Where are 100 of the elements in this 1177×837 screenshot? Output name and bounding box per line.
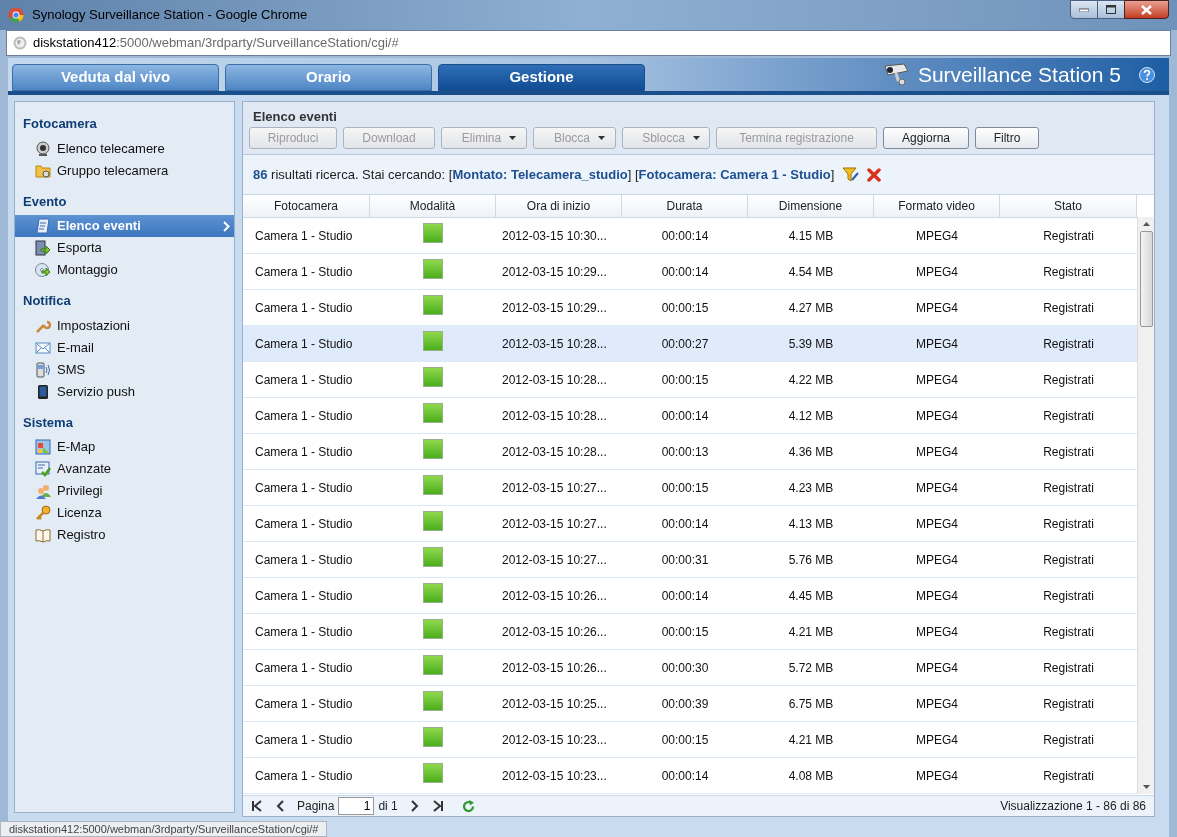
tab[interactable]: Gestione (438, 64, 645, 91)
sidebar-item[interactable]: Servizio push (15, 380, 234, 403)
table-cell-text: MPEG4 (915, 515, 959, 533)
browser-logo-icon (8, 7, 24, 23)
caret-icon (598, 136, 605, 140)
mode-icon (423, 762, 443, 783)
minimize-button[interactable] (1070, 0, 1098, 19)
table-cell-text: MPEG4 (915, 587, 959, 605)
help-icon[interactable] (1139, 66, 1155, 83)
tablet-icon (35, 383, 51, 400)
sidebar-item[interactable]: E-Map (15, 436, 234, 458)
maximize-button[interactable] (1098, 0, 1124, 19)
column-header[interactable]: Formato video (874, 195, 1000, 217)
mode-icon (423, 402, 443, 423)
sidebar-item[interactable]: Registro (15, 524, 234, 546)
column-header[interactable]: Fotocamera (243, 195, 370, 217)
sidebar-item[interactable]: Esporta (15, 237, 234, 259)
table-cell-text: Camera 1 - Studio (254, 587, 354, 605)
export-icon (35, 240, 51, 256)
toolbar-button[interactable]: Filtro (975, 127, 1039, 149)
table-cell-text: 4.21 MB (787, 623, 835, 641)
folder-icon (35, 162, 51, 179)
table-cell-text: 6.75 MB (787, 695, 835, 713)
mode-icon (423, 690, 443, 711)
sidebar-item[interactable]: E-mail (15, 336, 234, 359)
table-cell-text: Registrati (1042, 515, 1095, 533)
table-cell-text: 4.21 MB (787, 731, 835, 749)
column-header[interactable]: Ora di inizio (496, 195, 622, 217)
table-row[interactable]: Camera 1 - Studio 2012-03-15 10:26... 00:00:30 5.72 MB MPEG4 Registrati (243, 650, 1137, 686)
sidebar-item[interactable]: Montaggio (15, 259, 234, 281)
mode-icon (423, 294, 443, 315)
close-button[interactable] (1124, 0, 1169, 19)
previous-page-icon[interactable] (275, 800, 285, 812)
mode-icon (423, 222, 443, 243)
page-input[interactable]: 1 (338, 797, 375, 815)
table-row[interactable]: Camera 1 - Studio 2012-03-15 10:28... 00:00:14 4.12 MB MPEG4 Registrati (243, 398, 1137, 434)
table-cell-text: 00:00:15 (660, 479, 710, 497)
sidebar-item[interactable]: Privilegi (15, 480, 234, 502)
table-cell-text: 4.13 MB (787, 515, 835, 533)
table-row[interactable]: Camera 1 - Studio 2012-03-15 10:23... 00:00:14 4.08 MB MPEG4 Registrati (243, 758, 1137, 794)
table-cell-text: 00:00:31 (660, 551, 710, 569)
sidebar-item[interactable]: Avanzate (15, 458, 234, 480)
column-header[interactable]: Dimensione (748, 195, 874, 217)
table-row[interactable]: Camera 1 - Studio 2012-03-15 10:30... 00:00:14 4.15 MB MPEG4 Registrati (243, 218, 1137, 254)
table-cell-text: 5.72 MB (787, 659, 835, 677)
next-page-icon[interactable] (409, 800, 420, 812)
table-cell-text: 2012-03-15 10:28... (501, 335, 608, 353)
table-row[interactable]: Camera 1 - Studio 2012-03-15 10:28... 00:00:27 5.39 MB MPEG4 Registrati (243, 326, 1137, 362)
table-row[interactable]: Camera 1 - Studio 2012-03-15 10:26... 00:00:15 4.21 MB MPEG4 Registrati (243, 614, 1137, 650)
sidebar-item[interactable]: Elenco eventi (15, 215, 234, 237)
scroll-thumb[interactable] (1139, 231, 1153, 327)
clear-filter-icon[interactable] (867, 167, 882, 182)
sidebar-item[interactable]: SMS (15, 358, 234, 381)
table-cell-text: 00:00:15 (660, 371, 710, 389)
table-cell-text: Registrati (1042, 479, 1095, 497)
table-row[interactable]: Camera 1 - Studio 2012-03-15 10:29... 00:00:14 4.54 MB MPEG4 Registrati (243, 254, 1137, 290)
table-cell-text: 00:00:15 (660, 623, 710, 641)
search-summary: 86 risultati ricerca. Stai cercando: [Montato: Telecamera_studio] [Fotocamera: Camera 1 - Studio] (253, 165, 835, 184)
sidebar-item[interactable]: Impostazioni (15, 314, 234, 337)
last-page-icon[interactable] (431, 800, 444, 812)
table-cell-text: MPEG4 (915, 335, 959, 353)
table-cell-text: 4.36 MB (787, 443, 835, 461)
table-row[interactable]: Camera 1 - Studio 2012-03-15 10:27... 00:00:15 4.23 MB MPEG4 Registrati (243, 470, 1137, 506)
table-cell-text: 2012-03-15 10:29... (501, 299, 608, 317)
toolbar-button[interactable]: Aggiorna (883, 127, 969, 149)
table-row[interactable]: Camera 1 - Studio 2012-03-15 10:26... 00:00:14 4.45 MB MPEG4 Registrati (243, 578, 1137, 614)
mode-icon (423, 582, 443, 603)
table-cell-text: 2012-03-15 10:28... (501, 371, 608, 389)
refresh-icon[interactable] (461, 799, 475, 813)
caret-icon (509, 136, 517, 140)
table-row[interactable]: Camera 1 - Studio 2012-03-15 10:27... 00:00:14 4.13 MB MPEG4 Registrati (243, 506, 1137, 542)
table-cell-text: Registrati (1042, 587, 1095, 605)
table-row[interactable]: Camera 1 - Studio 2012-03-15 10:25... 00:00:39 6.75 MB MPEG4 Registrati (243, 686, 1137, 722)
column-header[interactable]: Durata (622, 195, 748, 217)
sidebar-item[interactable]: Elenco telecamere (15, 137, 234, 160)
map-icon (35, 439, 51, 455)
filter-icon[interactable] (842, 166, 860, 183)
list-icon (35, 218, 51, 234)
table-cell-text: 2012-03-15 10:27... (501, 551, 608, 569)
table-row[interactable]: Camera 1 - Studio 2012-03-15 10:28... 00:00:15 4.22 MB MPEG4 Registrati (243, 362, 1137, 398)
scrollbar[interactable] (1137, 217, 1154, 794)
table-row[interactable]: Camera 1 - Studio 2012-03-15 10:27... 00:00:31 5.76 MB MPEG4 Registrati (243, 542, 1137, 578)
column-header[interactable]: Modalità (370, 195, 496, 217)
mode-icon (423, 258, 443, 279)
table-cell-text: 00:00:15 (660, 731, 710, 749)
column-header[interactable]: Stato (1000, 195, 1137, 217)
table-row[interactable]: Camera 1 - Studio 2012-03-15 10:28... 00:00:13 4.36 MB MPEG4 Registrati (243, 434, 1137, 470)
table-cell-text: MPEG4 (915, 623, 959, 641)
minimize-icon (1079, 7, 1089, 12)
disc-icon (35, 262, 51, 278)
table-cell-text: Camera 1 - Studio (254, 695, 354, 713)
sidebar-item[interactable]: Gruppo telecamera (15, 159, 234, 182)
table-row[interactable]: Camera 1 - Studio 2012-03-15 10:23... 00:00:15 4.21 MB MPEG4 Registrati (243, 722, 1137, 758)
mode-icon (423, 546, 443, 567)
section-heading: Fotocamera (22, 115, 98, 133)
first-page-icon[interactable] (251, 800, 263, 812)
key-icon (35, 505, 51, 521)
address-bar[interactable]: diskstation412:5000/webman/3rdparty/SurveillanceStation/cgi/# (6, 30, 1171, 56)
table-cell-text: 00:00:14 (660, 587, 710, 605)
sidebar-item[interactable]: Licenza (15, 502, 234, 524)
